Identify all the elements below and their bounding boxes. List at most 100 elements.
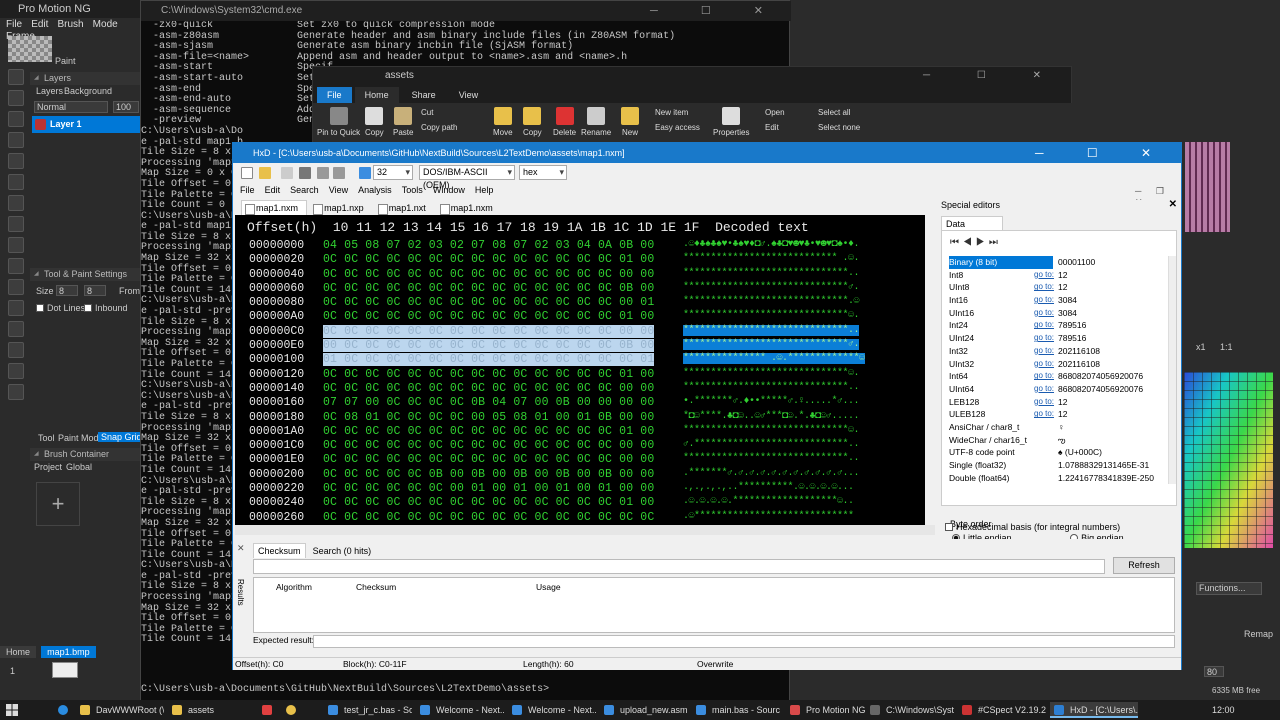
- easy-access-button[interactable]: Easy access: [655, 123, 700, 132]
- hex-offset[interactable]: 000001A0: [249, 425, 304, 438]
- inspector-row[interactable]: UInt16 go to: 3084: [946, 307, 1166, 320]
- print-icon[interactable]: [299, 167, 311, 179]
- taskbar-item[interactable]: Welcome - Next...: [508, 702, 596, 718]
- hex-row[interactable]: 000000C0 0C 0C 0C 0C 0C 0C 0C 0C 0C 0C 0C…: [235, 324, 925, 339]
- layer-row[interactable]: Layer 1: [32, 116, 140, 133]
- hex-bytes[interactable]: 0C 0C 0C 0C 0C 0C 0C 0C 0C 0C 0C 0C 0C 0…: [323, 511, 654, 524]
- properties-button[interactable]: Properties: [713, 107, 749, 137]
- inspector-goto-link[interactable]: go to:: [1034, 358, 1054, 371]
- hxd-window-controls[interactable]: ─ ☐ ✕: [1035, 143, 1171, 163]
- circle-tool-icon[interactable]: [8, 174, 24, 190]
- hex-row[interactable]: 00000180 0C 08 01 0C 0C 0C 0C 00 05 08 01…: [235, 411, 925, 425]
- hex-bytes[interactable]: 01 0C 0C 0C 0C 0C 0C 0C 0C 0C 0C 0C 0C 0…: [323, 353, 655, 367]
- brave-icon[interactable]: [262, 705, 272, 715]
- hex-basis-checkbox[interactable]: Hexadecimal basis (for integral numbers): [945, 522, 1175, 532]
- inspector-goto-link[interactable]: go to:: [1034, 396, 1054, 409]
- inspector-value[interactable]: 789516: [1058, 319, 1166, 332]
- hex-offset[interactable]: 00000060: [249, 282, 304, 295]
- explorer-window-controls[interactable]: ─ ☐ ✕: [923, 67, 1063, 85]
- select-none-button[interactable]: Select none: [818, 123, 860, 132]
- inspector-row[interactable]: Int16 go to: 3084: [946, 294, 1166, 307]
- checksum-algorithm-select[interactable]: [253, 559, 1105, 574]
- hex-offset[interactable]: 00000000: [249, 239, 304, 252]
- hex-offset[interactable]: 00000040: [249, 268, 304, 281]
- hex-bytes[interactable]: 0C 0C 0C 0C 0C 0C 0C 0C 0C 0C 0C 0C 0C 0…: [323, 382, 654, 395]
- decoded-text[interactable]: *************** .☺.*************☺: [683, 353, 865, 365]
- decoded-text[interactable]: •.*******♂.♦••*****♂.♀.....*♂...: [683, 396, 860, 407]
- map1-bmp-tab[interactable]: map1.bmp: [41, 646, 96, 658]
- ribbon-tab-home[interactable]: Home: [354, 87, 399, 103]
- hex-offset[interactable]: 00000140: [249, 382, 304, 395]
- inspector-row[interactable]: UInt32 go to: 202116108: [946, 358, 1166, 371]
- inspector-value[interactable]: ♠ (U+000C): [1058, 446, 1166, 459]
- checksum-tab[interactable]: Checksum: [253, 543, 306, 558]
- layer-visibility-icon[interactable]: [35, 119, 46, 130]
- hex-offset[interactable]: 00000260: [249, 511, 304, 524]
- pin-quick-button[interactable]: Pin to Quick: [317, 107, 360, 137]
- decoded-text[interactable]: ******************************☺.: [683, 368, 860, 379]
- hex-offset[interactable]: 00000120: [249, 368, 304, 381]
- file-tab-map1-nxt[interactable]: map1.nxt: [375, 201, 434, 216]
- hex-bytes[interactable]: 00 0C 0C 0C 0C 0C 0C 0C 0C 0C 0C 0C 0C 0…: [323, 339, 655, 353]
- hex-row[interactable]: 000001E0 0C 0C 0C 0C 0C 0C 0C 0C 0C 0C 0C…: [235, 453, 925, 467]
- inspector-row[interactable]: UInt64 go to: 868082074056920076: [946, 383, 1166, 396]
- inspector-value[interactable]: ♀: [1058, 421, 1166, 434]
- new-folder-button[interactable]: New: [621, 107, 639, 137]
- taskbar-item[interactable]: upload_new.asm ...: [600, 702, 688, 718]
- inbound-checkbox[interactable]: Inbound: [84, 303, 128, 313]
- inspector-row[interactable]: UInt8 go to: 12: [946, 281, 1166, 294]
- decoded-text[interactable]: ******************************☺.: [683, 310, 860, 321]
- hex-bytes[interactable]: 0C 0C 0C 0C 0C 0C 0C 0C 0C 0C 0C 0C 0C 0…: [323, 368, 654, 381]
- inspector-row[interactable]: UInt24 go to: 789516: [946, 332, 1166, 345]
- taskbar-item[interactable]: Pro Motion NG: [786, 702, 874, 718]
- zoom-field[interactable]: 80: [1204, 666, 1224, 677]
- decoded-text[interactable]: .*******♂.♂.♂.♂.♂.♂.♂.♂.♂.♂.♂...: [683, 468, 860, 479]
- brush-preview[interactable]: [8, 36, 52, 62]
- hex-row[interactable]: 00000120 0C 0C 0C 0C 0C 0C 0C 0C 0C 0C 0C…: [235, 368, 925, 382]
- home-tab[interactable]: Home: [0, 646, 37, 658]
- inspector-row[interactable]: Single (float32) 1.07888329131465E-31: [946, 459, 1166, 472]
- inspector-row[interactable]: Double (float64) 1.22416778341839E-250: [946, 472, 1166, 485]
- inspector-value[interactable]: 12: [1058, 269, 1166, 282]
- background-tab[interactable]: Background: [64, 86, 112, 96]
- checksum-list[interactable]: Algorithm Checksum Usage: [253, 577, 1175, 633]
- inspector-value[interactable]: 3084: [1058, 307, 1166, 320]
- stamp-tool-icon[interactable]: [8, 342, 24, 358]
- decoded-text[interactable]: ♂.****************************..: [683, 439, 860, 450]
- hex-row[interactable]: 00000100 01 0C 0C 0C 0C 0C 0C 0C 0C 0C 0C…: [235, 353, 925, 367]
- taskbar-item[interactable]: assets: [168, 702, 256, 718]
- cmd-prompt[interactable]: C:\Users\usb-a\Documents\GitHub\NextBuil…: [141, 684, 781, 695]
- decoded-text[interactable]: ******************************☺.: [683, 425, 860, 436]
- global-tab[interactable]: Global: [66, 462, 92, 472]
- taskbar-item[interactable]: C:\Windows\Syst...: [866, 702, 954, 718]
- rename-button[interactable]: Rename: [581, 107, 611, 137]
- ribbon-tab-share[interactable]: Share: [402, 87, 446, 103]
- taskbar-item[interactable]: main.bas - Sourc...: [692, 702, 780, 718]
- inspector-value[interactable]: 12: [1058, 396, 1166, 409]
- palette-swatches[interactable]: [1184, 372, 1273, 548]
- inspector-value[interactable]: 202116108: [1058, 345, 1166, 358]
- hex-horizontal-scrollbar[interactable]: [235, 525, 935, 535]
- remap-button[interactable]: Remap: [1244, 629, 1273, 639]
- clock[interactable]: 12:00: [1212, 702, 1272, 718]
- move-tool-icon[interactable]: [8, 69, 24, 85]
- hex-bytes[interactable]: 04 05 08 07 02 03 02 07 08 07 02 03 04 0…: [323, 239, 654, 252]
- hex-row[interactable]: 000000A0 0C 0C 0C 0C 0C 0C 0C 0C 0C 0C 0C…: [235, 310, 925, 324]
- hex-bytes[interactable]: 0C 0C 0C 0C 0C 0B 00 0B 00 0B 00 0B 00 0…: [323, 468, 654, 481]
- file-tab-map1-nxp[interactable]: map1.nxp: [310, 201, 372, 216]
- bytes-per-row-select[interactable]: 32: [373, 165, 413, 180]
- file-tab-map1-nxm-2[interactable]: map1.nxm: [437, 201, 501, 216]
- zoom-1-1[interactable]: 1:1: [1220, 342, 1233, 352]
- inspector-value[interactable]: 1.22416778341839E-250: [1058, 472, 1166, 485]
- hex-offset[interactable]: 00000160: [249, 396, 304, 409]
- layers-header[interactable]: Layers: [30, 72, 140, 85]
- ribbon-tab-view[interactable]: View: [449, 87, 488, 103]
- file-tab-map1-nxm[interactable]: map1.nxm: [241, 200, 308, 215]
- close-special-editors-icon[interactable]: ✕: [1169, 199, 1177, 210]
- functions-button[interactable]: Functions...: [1196, 582, 1262, 595]
- hex-bytes[interactable]: 0C 0C 0C 0C 0C 0C 0C 0C 0C 0C 0C 0C 0C 0…: [323, 282, 654, 295]
- hex-row[interactable]: 00000080 0C 0C 0C 0C 0C 0C 0C 0C 0C 0C 0C…: [235, 296, 925, 310]
- menu-tools[interactable]: Tools: [402, 183, 423, 198]
- hex-bytes[interactable]: 0C 0C 0C 0C 0C 0C 0C 0C 0C 0C 0C 0C 0C 0…: [323, 425, 654, 438]
- zoom-tool-icon[interactable]: [8, 258, 24, 274]
